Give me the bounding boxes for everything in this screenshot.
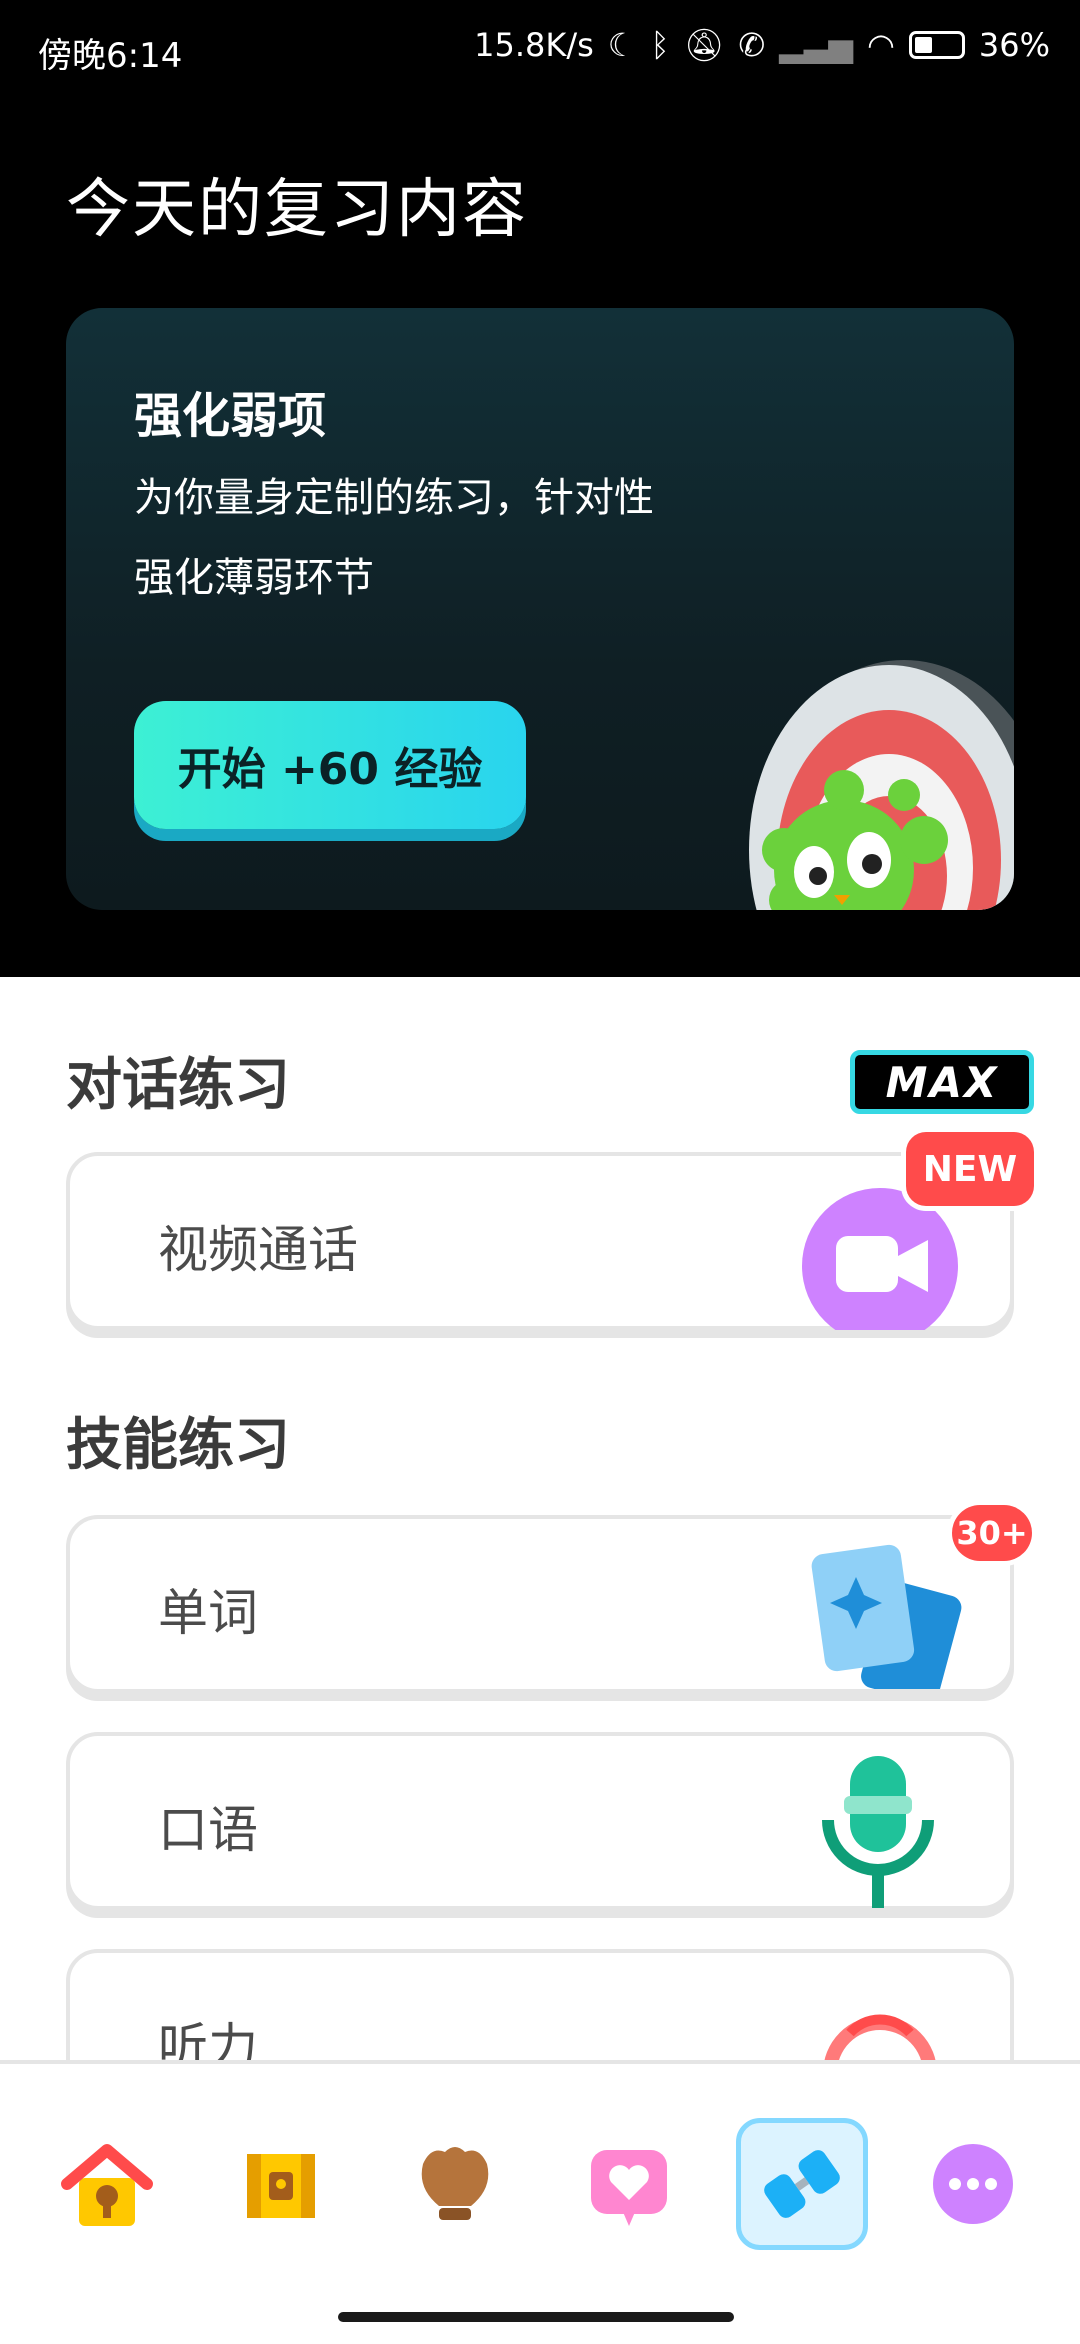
signal-icon: ▂▃▅ xyxy=(779,26,853,64)
bluetooth-icon: ᛒ xyxy=(650,26,670,64)
card-title: 强化弱项 xyxy=(134,388,327,444)
wifi-icon: ◠ xyxy=(866,26,895,64)
video-call-label: 视频通话 xyxy=(158,1221,358,1279)
start-button[interactable]: 开始 +60 经验 xyxy=(134,701,526,829)
status-bar: 傍晚6:14 15.8K/s ☾ ᛒ 🔕︎ ✆ ▂▃▅ ◠ 36% xyxy=(0,0,1080,100)
vocabulary-label: 单词 xyxy=(158,1584,258,1642)
nav-friends[interactable] xyxy=(569,2124,689,2244)
nav-league[interactable] xyxy=(395,2124,515,2244)
video-call-item[interactable]: 视频通话 xyxy=(66,1152,1014,1330)
flashcards-icon xyxy=(811,1544,962,1689)
bell-muted-icon: 🔕︎ xyxy=(683,26,725,64)
video-camera-icon xyxy=(802,1188,958,1330)
weakness-card[interactable]: 强化弱项 为你量身定制的练习，针对性强化薄弱环节 开始 +60 经验 xyxy=(66,308,1014,910)
skills-heading: 技能练习 xyxy=(66,1413,290,1478)
chest-icon xyxy=(247,2154,315,2218)
shield-icon xyxy=(421,2147,489,2220)
battery-level: 36% xyxy=(978,26,1050,64)
house-icon xyxy=(61,2144,153,2226)
heart-bubble-icon xyxy=(591,2150,667,2226)
status-time: 傍晚6:14 xyxy=(38,36,183,76)
nav-more[interactable] xyxy=(913,2124,1033,2244)
network-speed: 15.8K/s xyxy=(474,26,594,64)
microphone-icon xyxy=(822,1756,934,1908)
speaking-item[interactable]: 口语 xyxy=(66,1732,1014,1910)
new-badge: NEW xyxy=(906,1132,1034,1206)
dumbbell-icon xyxy=(764,2150,840,2218)
home-indicator xyxy=(338,2312,734,2322)
card-description: 为你量身定制的练习，针对性强化薄弱环节 xyxy=(134,475,654,601)
nav-practice[interactable] xyxy=(736,2118,868,2250)
max-badge: MAX xyxy=(850,1050,1034,1114)
nav-home[interactable] xyxy=(47,2124,167,2244)
moon-icon: ☾ xyxy=(607,26,637,64)
count-badge: 30+ xyxy=(952,1505,1032,1561)
vocabulary-item[interactable]: 单词 xyxy=(66,1515,1014,1693)
review-heading: 今天的复习内容 xyxy=(66,173,528,247)
conversation-heading: 对话练习 xyxy=(66,1053,290,1118)
status-icons: 15.8K/s ☾ ᛒ 🔕︎ ✆ ▂▃▅ ◠ 36% xyxy=(474,26,1050,64)
nav-chest[interactable] xyxy=(221,2124,341,2244)
more-icon xyxy=(933,2144,1013,2224)
call-icon: ✆ xyxy=(738,26,766,64)
bottom-navigation xyxy=(0,2060,1080,2344)
battery-icon xyxy=(908,31,965,59)
target-monster-icon xyxy=(749,660,1014,910)
speaking-label: 口语 xyxy=(158,1801,258,1859)
